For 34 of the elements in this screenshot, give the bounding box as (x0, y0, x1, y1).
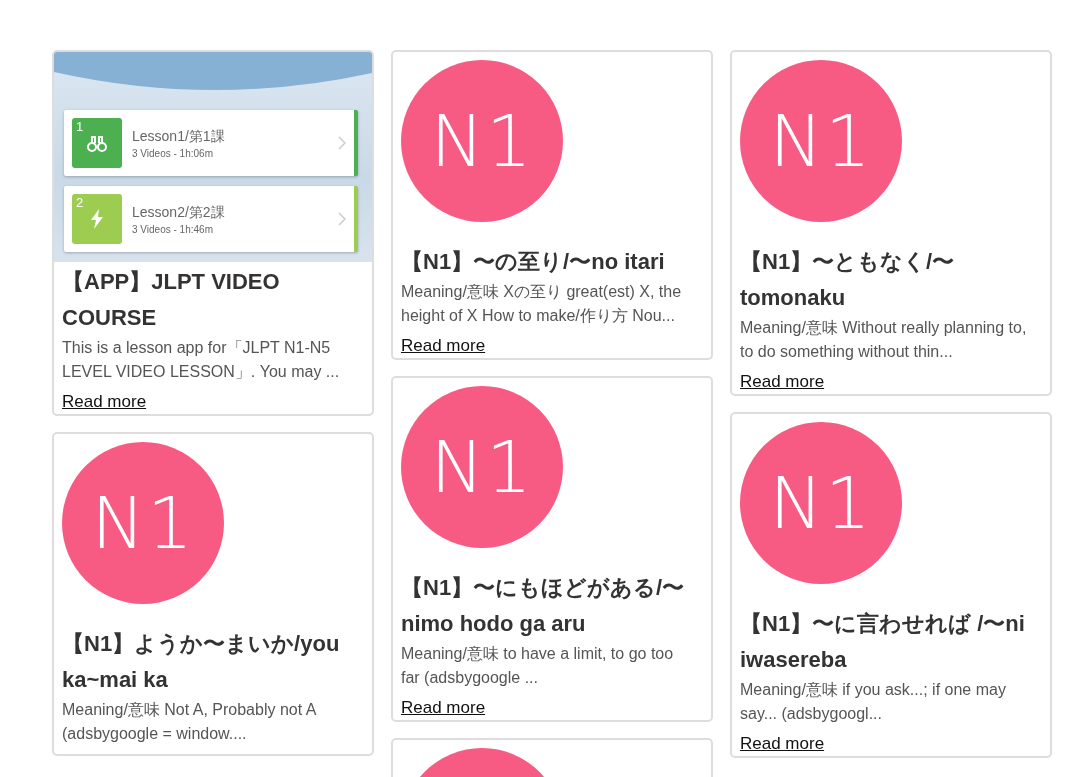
lesson-meta: 3 Videos - 1h:46m (132, 223, 214, 235)
lesson-row[interactable]: 1 Lesson1/第1課 3 Videos - 1h:06m (64, 110, 358, 176)
post-excerpt: This is a lesson app for「JLPT N1-N5 LEVEL VIDEO LESSON」. You may ... (62, 338, 341, 382)
post-excerpt: Meaning/意味 Xの至り great(est) X, the height of X How to make/作り方 Nou... (401, 282, 683, 326)
level-badge: N1 (401, 60, 563, 222)
post-excerpt: Meaning/意味 to have a limit, to go too far (adsbygoogle ... (401, 644, 675, 688)
read-more-link[interactable]: Read more (740, 734, 825, 754)
post-title: 【N1】〜ともなく/〜tomonaku (740, 248, 956, 312)
lesson-title: Lesson2/第2課 (132, 203, 226, 222)
lightning-icon (90, 209, 104, 229)
post-title: 【N1】ようか〜まいか/you ka~mai ka (62, 630, 341, 694)
chevron-icon (338, 212, 346, 226)
level-badge: N1 (401, 386, 563, 548)
post-title: 【N1】〜の至り/〜no itari (401, 248, 665, 276)
level-badge: N1 (62, 442, 224, 604)
lesson-number: 1 (76, 119, 84, 134)
post-excerpt: Meaning/意味 if you ask...; if one may say... (adsbygoogl... (740, 680, 1007, 724)
level-badge: N1 (740, 422, 902, 584)
lesson-row[interactable]: 2 Lesson2/第2課 3 Videos - 1h:46m (64, 186, 358, 252)
read-more-link[interactable]: Read more (62, 392, 147, 412)
read-more-link[interactable]: Read more (401, 336, 486, 356)
read-more-link[interactable]: Read more (401, 698, 486, 718)
post-title: 【N1】〜にもほどがある/〜nimo hodo ga aru (401, 574, 686, 638)
level-badge: N1 (740, 60, 902, 222)
post-excerpt: Meaning/意味 Without really planning to, to do something without thin... (740, 318, 1028, 362)
lesson-meta: 3 Videos - 1h:06m (132, 147, 214, 159)
chevron-icon (338, 136, 346, 150)
read-more-link[interactable]: Read more (740, 372, 825, 392)
lesson-number: 2 (76, 195, 84, 210)
binoculars-icon (87, 134, 107, 152)
post-title: 【APP】JLPT VIDEO COURSE (62, 268, 281, 332)
lesson-title: Lesson1/第1課 (132, 127, 226, 146)
post-title: 【N1】〜に言わせれば /〜ni iwasereba (740, 610, 1026, 674)
post-excerpt: Meaning/意味 Not A, Probably not A (adsbygoogle = window.... (62, 700, 318, 744)
